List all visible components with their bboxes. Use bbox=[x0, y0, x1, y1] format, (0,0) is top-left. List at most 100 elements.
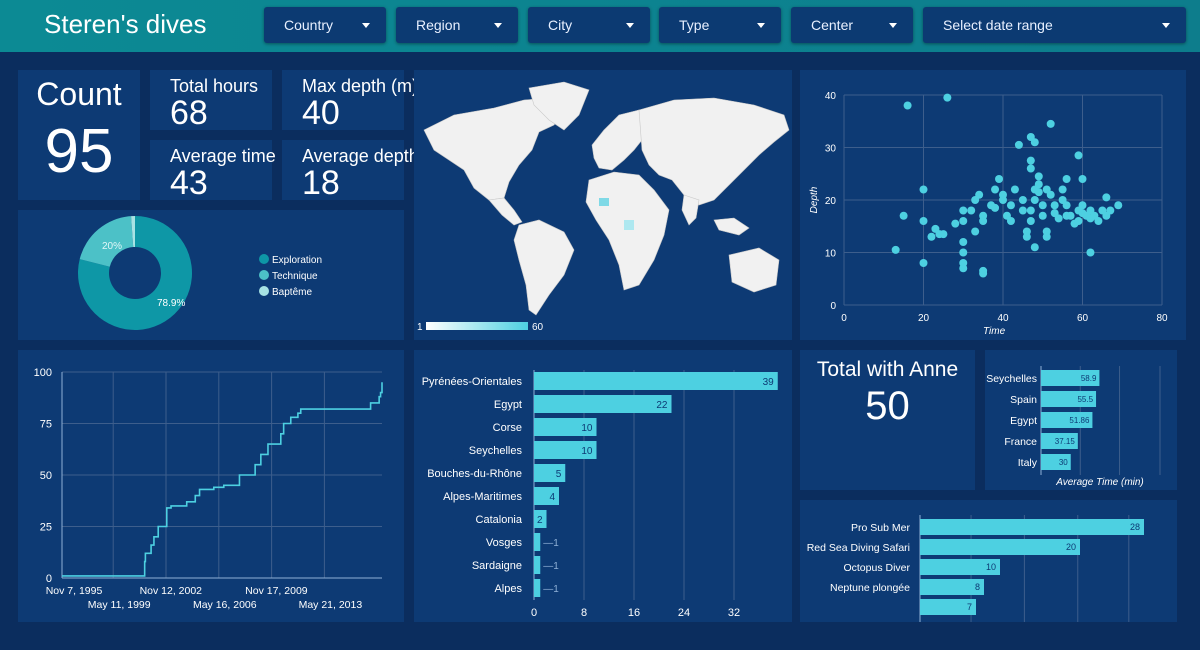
data-label: 10 bbox=[581, 423, 593, 434]
legend-swatch bbox=[259, 254, 269, 264]
kpi-value: 95 bbox=[44, 117, 114, 186]
kpi-total-hours: Total hours 68 bbox=[150, 70, 272, 132]
scatter-point bbox=[971, 227, 980, 236]
category-label: Alpes-Maritimes bbox=[443, 491, 522, 503]
y-tick-label: 25 bbox=[40, 522, 52, 534]
scatter-point bbox=[1062, 175, 1071, 183]
x-tick-label: 32 bbox=[728, 607, 740, 619]
dive-type-panel: 78.9% 20% Exploration Technique Baptême bbox=[18, 210, 404, 340]
world-map[interactable]: 1 60 bbox=[414, 70, 792, 340]
scatter-point bbox=[1038, 201, 1047, 210]
bar bbox=[534, 395, 672, 413]
scatter-point bbox=[991, 185, 1000, 194]
filter-city[interactable]: City bbox=[528, 7, 650, 43]
south-america-shape bbox=[513, 219, 575, 316]
filter-label: Country bbox=[284, 17, 334, 33]
bar bbox=[534, 533, 541, 551]
bar bbox=[534, 372, 778, 390]
caret-down-icon bbox=[362, 23, 370, 28]
kpi-max-depth: Max depth (m) 40 bbox=[282, 70, 418, 132]
scatter-point bbox=[1030, 243, 1039, 252]
data-label: 4 bbox=[549, 492, 555, 503]
scatter-point bbox=[959, 238, 968, 246]
scatter-point bbox=[1062, 201, 1071, 210]
x-tick-label: Nov 7, 1995 bbox=[46, 585, 103, 597]
data-label: 58.9 bbox=[1081, 374, 1097, 383]
data-label: —1 bbox=[543, 561, 559, 572]
caret-down-icon bbox=[1162, 23, 1170, 28]
scatter-point bbox=[975, 190, 984, 199]
y-tick-label: 0 bbox=[830, 301, 836, 312]
scatter-point bbox=[1046, 119, 1055, 128]
scatter-point bbox=[927, 232, 936, 241]
legend-swatch bbox=[259, 286, 269, 296]
scatter-point bbox=[1006, 217, 1015, 225]
x-tick-label: 40 bbox=[997, 313, 1009, 324]
scatter-point bbox=[959, 217, 968, 225]
cumulative-dives-panel: 0 25 50 75 100 Nov 7, 1995 Nov 12, 2002 Nov 17,… bbox=[18, 350, 404, 622]
date-range-picker[interactable]: Select date range bbox=[923, 7, 1186, 43]
donut-label: 78.9% bbox=[157, 298, 185, 309]
scatter-point bbox=[943, 93, 952, 102]
kpi-value: 50 bbox=[865, 384, 910, 428]
scatter-point bbox=[959, 264, 968, 273]
scatter-point bbox=[1026, 164, 1035, 173]
scatter-point bbox=[979, 217, 988, 225]
scatter-point bbox=[959, 206, 968, 215]
filter-country[interactable]: Country bbox=[264, 7, 386, 43]
y-tick-label: 30 bbox=[825, 144, 837, 155]
dive-type-donut-chart: 78.9% 20% Exploration Technique Baptême bbox=[78, 216, 322, 330]
y-tick-label: 0 bbox=[46, 573, 52, 585]
caret-down-icon bbox=[757, 23, 765, 28]
category-label: Seychelles bbox=[469, 445, 523, 457]
kpi-total-with-anne: Total with Anne 50 bbox=[800, 350, 975, 490]
x-tick-label: 20 bbox=[918, 313, 930, 324]
scatter-point bbox=[979, 269, 988, 278]
map-legend-max: 60 bbox=[532, 322, 544, 333]
data-label: 39 bbox=[763, 377, 775, 388]
filter-type[interactable]: Type bbox=[659, 7, 781, 43]
kpi-average-depth: Average depth 18 bbox=[282, 140, 419, 202]
filter-region[interactable]: Region bbox=[396, 7, 518, 43]
bar bbox=[920, 539, 1080, 555]
map-color-legend bbox=[426, 322, 528, 330]
x-tick-label: Nov 17, 2009 bbox=[245, 585, 308, 597]
africa-shape bbox=[585, 171, 670, 291]
category-label: Neptune plongée bbox=[830, 582, 910, 594]
kpi-value: 68 bbox=[170, 94, 208, 132]
scatter-point bbox=[1034, 172, 1043, 181]
scatter-point bbox=[1066, 211, 1075, 220]
dives-by-region-bar-chart: 0 8 16 24 32Pyrénées-Orientales 39Egypt 22Cors… bbox=[422, 370, 778, 619]
filter-label: Type bbox=[679, 17, 710, 33]
bar bbox=[534, 487, 559, 505]
data-label: —1 bbox=[543, 538, 559, 549]
category-label: Egypt bbox=[494, 399, 522, 411]
scatter-point bbox=[1074, 217, 1083, 225]
scatter-point bbox=[1030, 196, 1039, 204]
scatter-point bbox=[919, 217, 928, 225]
scatter-point bbox=[1034, 188, 1043, 197]
scatter-point bbox=[1078, 175, 1087, 183]
legend-label: Baptême bbox=[272, 287, 312, 298]
data-label: 7 bbox=[967, 602, 972, 612]
dives-by-center-bar-chart: Pro Sub Mer 28 Red Sea Diving Safari 20 Octo… bbox=[807, 515, 1144, 622]
y-tick-label: 75 bbox=[40, 419, 52, 431]
map-legend-min: 1 bbox=[417, 322, 423, 333]
y-tick-label: 40 bbox=[825, 91, 837, 102]
scatter-point bbox=[1018, 206, 1027, 215]
scatter-point bbox=[1114, 201, 1123, 210]
scatter-point bbox=[1026, 156, 1035, 165]
cumulative-dives-line-chart: 0 25 50 75 100 Nov 7, 1995 Nov 12, 2002 Nov 17,… bbox=[34, 367, 383, 611]
scatter-point bbox=[1078, 201, 1087, 210]
center-bar-panel: Pro Sub Mer 28 Red Sea Diving Safari 20 Octo… bbox=[800, 500, 1177, 622]
scatter-point bbox=[891, 245, 900, 254]
filter-center[interactable]: Center bbox=[791, 7, 913, 43]
kpi-average-time: Average time 43 bbox=[150, 140, 276, 202]
scatter-point bbox=[999, 196, 1007, 204]
kpi-value: 18 bbox=[302, 164, 340, 202]
filter-label: Region bbox=[416, 17, 461, 33]
data-label: 30 bbox=[1059, 458, 1068, 467]
x-tick-label: Nov 12, 2002 bbox=[140, 585, 203, 597]
x-tick-label: 24 bbox=[678, 607, 690, 619]
x-tick-label: 0 bbox=[841, 313, 847, 324]
